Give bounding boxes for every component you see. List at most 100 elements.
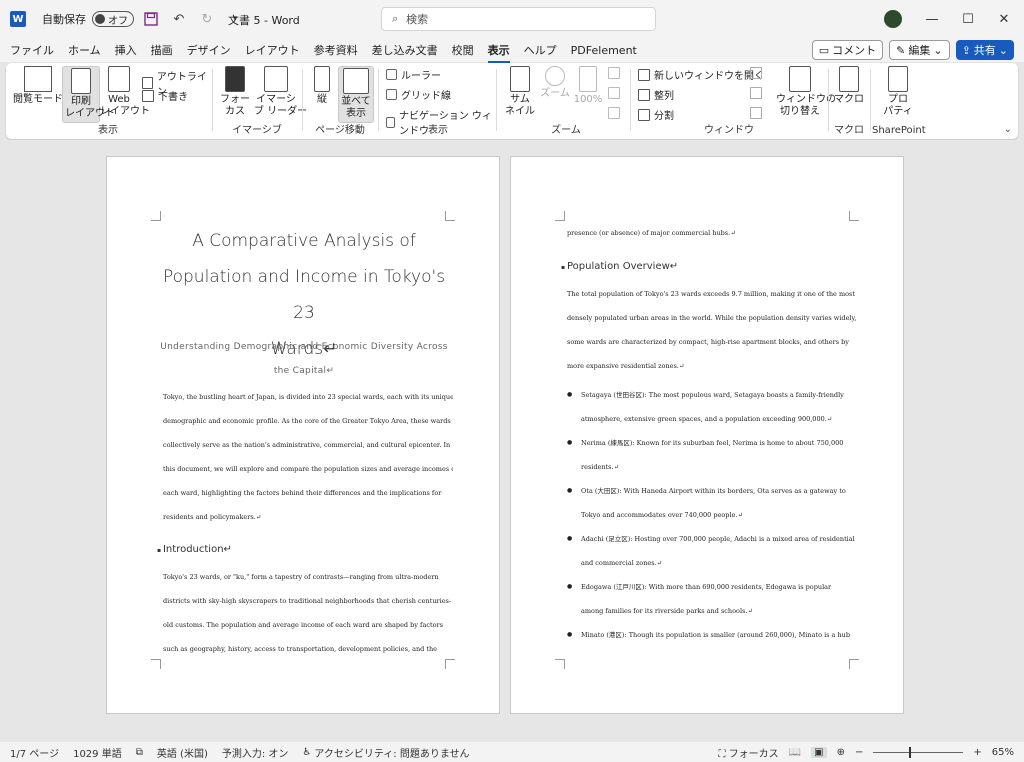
read-mode-view-icon[interactable]: 📖 xyxy=(789,747,801,758)
zoom-button[interactable]: ズーム xyxy=(538,66,572,100)
document-page-1[interactable]: A Comparative Analysis of Population and… xyxy=(106,156,500,714)
zoom-in-icon[interactable]: + xyxy=(973,747,981,758)
account-avatar[interactable] xyxy=(884,10,902,28)
tab-review[interactable]: 校閲 xyxy=(452,42,474,58)
tab-pdfelement[interactable]: PDFelement xyxy=(571,44,637,57)
accessibility-status[interactable]: ♿ アクセシビリティ: 問題ありません xyxy=(302,745,469,760)
tab-view[interactable]: 表示 xyxy=(487,42,510,63)
status-bar: 1/7 ページ 1029 単語 ⧉ 英語 (米国) 予測入力: オン ♿ アクセシ… xyxy=(0,742,1024,762)
document-canvas[interactable]: A Comparative Analysis of Population and… xyxy=(0,140,1024,742)
maximize-button[interactable]: ☐ xyxy=(948,0,988,38)
group-label-immersive: イマーシブ xyxy=(232,125,282,136)
one-page-button[interactable] xyxy=(608,67,620,79)
separator xyxy=(496,69,497,131)
tab-layout[interactable]: レイアウト xyxy=(245,42,300,58)
text-predictions[interactable]: 予測入力: オン xyxy=(222,745,289,760)
vertical-icon xyxy=(314,66,330,92)
ruler-checkbox[interactable]: ルーラー xyxy=(386,67,441,82)
macro-button[interactable]: マクロ xyxy=(832,66,866,106)
comment-button[interactable]: ▭ コメント xyxy=(811,40,884,60)
document-title: 文書 5 - Word xyxy=(228,14,300,27)
tab-design[interactable]: デザイン xyxy=(187,42,231,58)
undo-icon[interactable]: ↶ xyxy=(168,8,190,30)
tab-mailings[interactable]: 差し込み文書 xyxy=(372,42,438,58)
ribbon-group-macro: マクロ マクロ xyxy=(830,63,868,139)
page-count[interactable]: 1/7 ページ xyxy=(10,745,59,760)
arrange-icon xyxy=(638,88,650,101)
list-item[interactable]: Adachi (足立区): Hosting over 700,000 peopl… xyxy=(567,527,857,575)
save-icon[interactable] xyxy=(140,8,162,30)
immersive-reader-button[interactable]: イマーシ ブ リーダー xyxy=(254,66,307,118)
focus-button[interactable]: フォー カス xyxy=(218,66,252,118)
multiple-pages-button[interactable] xyxy=(608,87,620,99)
population-paragraph[interactable]: The total population of Tokyo's 23 wards… xyxy=(567,282,857,378)
side-by-side-button[interactable]: 並べて 表示 xyxy=(338,66,374,123)
chevron-down-icon: ⌄ xyxy=(998,43,1008,57)
view-side-by-side-button[interactable] xyxy=(750,67,762,79)
read-mode-button[interactable]: 閲覧モード xyxy=(12,66,64,106)
properties-button[interactable]: プロ パティ xyxy=(880,66,916,118)
continued-paragraph[interactable]: presence (or absence) of major commercia… xyxy=(567,221,857,245)
introduction-paragraph[interactable]: Tokyo's 23 wards, or "ku," form a tapest… xyxy=(163,565,453,661)
separator xyxy=(302,69,303,131)
accessibility-icon: ♿ xyxy=(302,746,312,758)
zoom-100-button[interactable]: 100% xyxy=(572,66,604,106)
web-layout-button[interactable]: Web レイアウト xyxy=(100,66,150,118)
tab-draw[interactable]: 描画 xyxy=(151,42,173,58)
group-label-zoom: ズーム xyxy=(551,125,581,136)
document-subtitle[interactable]: Understanding Demographic and Economic D… xyxy=(157,335,451,383)
macro-icon xyxy=(839,66,859,92)
close-button[interactable]: ✕ xyxy=(984,0,1024,38)
list-item[interactable]: Ota (大田区): With Haneda Airport within it… xyxy=(567,479,857,527)
new-window-button[interactable]: 新しいウィンドウを開く xyxy=(638,67,764,82)
list-item[interactable]: Edogawa (江戸川区): With more than 690,000 r… xyxy=(567,575,857,623)
autosave-toggle[interactable]: オフ xyxy=(92,11,134,27)
thumbnail-button[interactable]: サム ネイル xyxy=(504,66,536,118)
minimize-button[interactable]: — xyxy=(912,0,952,38)
edit-mode-button[interactable]: ✎ 編集 ⌄ xyxy=(889,40,950,60)
list-item[interactable]: Nerima (練馬区): Known for its suburban fee… xyxy=(567,431,857,479)
vertical-scroll-button[interactable]: 縦 xyxy=(308,66,336,106)
separator xyxy=(870,69,871,131)
print-layout-button[interactable]: 印刷 レイアウト xyxy=(62,66,115,123)
tab-insert[interactable]: 挿入 xyxy=(115,42,137,58)
thumbnail-grid-icon xyxy=(510,66,530,92)
word-count[interactable]: 1029 単語 xyxy=(73,745,122,760)
list-item[interactable]: Minato (港区): Though its population is sm… xyxy=(567,623,857,647)
redo-icon[interactable]: ↻ xyxy=(196,8,218,30)
switch-windows-button[interactable]: ウィンドウの 切り替え xyxy=(776,66,836,118)
autosave-label: 自動保存 xyxy=(42,13,86,26)
list-item[interactable]: Setagaya (世田谷区): The most populous ward,… xyxy=(567,383,857,431)
zoom-slider[interactable] xyxy=(873,746,964,758)
tab-home[interactable]: ホーム xyxy=(68,42,101,58)
focus-mode-button[interactable]: ⛶ フォーカス xyxy=(719,745,779,760)
immersive-reader-icon xyxy=(264,66,288,92)
document-page-2[interactable]: presence (or absence) of major commercia… xyxy=(510,156,904,714)
arrange-all-button[interactable]: 整列 xyxy=(638,87,674,102)
gridlines-checkbox[interactable]: グリッド線 xyxy=(386,87,451,102)
tab-file[interactable]: ファイル xyxy=(10,42,54,58)
intro-paragraph[interactable]: Tokyo, the bustling heart of Japan, is d… xyxy=(163,385,453,529)
introduction-heading[interactable]: ▪ Introduction↵ xyxy=(157,544,232,555)
population-overview-heading[interactable]: ▪ Population Overview↵ xyxy=(561,261,678,272)
ward-bullet-list[interactable]: Setagaya (世田谷区): The most populous ward,… xyxy=(567,383,857,647)
collapse-ribbon-icon[interactable]: ⌄ xyxy=(1004,124,1012,135)
tab-help[interactable]: ヘルプ xyxy=(524,42,557,58)
web-layout-view-icon[interactable]: ⊕ xyxy=(837,747,845,758)
crop-mark xyxy=(151,211,161,221)
split-button[interactable]: 分割 xyxy=(638,107,674,122)
sync-scroll-button[interactable] xyxy=(750,87,762,99)
page-width-button[interactable] xyxy=(608,107,620,119)
print-layout-view-icon[interactable]: ▣ xyxy=(811,746,827,758)
zoom-out-icon[interactable]: − xyxy=(855,747,863,758)
share-button[interactable]: ⇪ 共有 ⌄ xyxy=(955,40,1014,60)
zoom-slider-thumb[interactable] xyxy=(909,746,912,758)
tab-references[interactable]: 参考資料 xyxy=(314,42,358,58)
zoom-percentage[interactable]: 65% xyxy=(992,747,1014,758)
search-box[interactable]: ⌕ 検索 xyxy=(381,7,656,31)
proofing-icon[interactable]: ⧉ xyxy=(136,747,143,758)
draft-button[interactable]: 下書き xyxy=(142,88,188,103)
ribbon-group-page-movement: 縦 並べて 表示 ページ移動 xyxy=(304,63,376,139)
reset-window-button[interactable] xyxy=(750,107,762,119)
language-indicator[interactable]: 英語 (米国) xyxy=(157,745,208,760)
